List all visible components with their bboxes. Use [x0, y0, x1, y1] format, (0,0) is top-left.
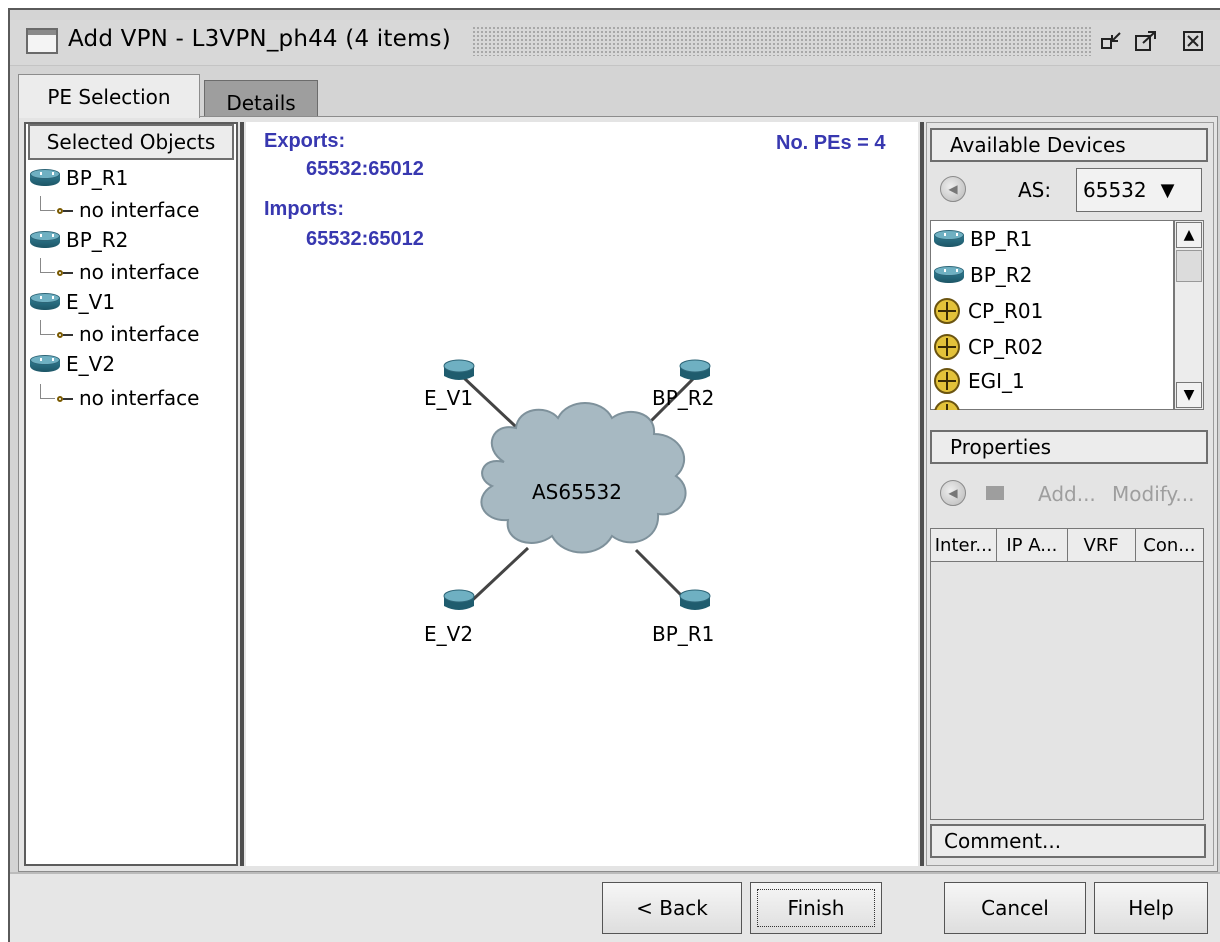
router-icon: [934, 266, 964, 284]
node-label-e-v1[interactable]: E_V1: [424, 386, 473, 410]
cloud-icon: [480, 402, 687, 554]
router-icon: [30, 169, 60, 187]
splitter-left[interactable]: [240, 122, 244, 866]
tree-subitem-interface[interactable]: no interface: [40, 257, 200, 286]
router-icon: [679, 589, 711, 610]
tab-details[interactable]: Details: [204, 80, 318, 116]
router-icon: [30, 355, 60, 373]
add-button[interactable]: Add...: [1038, 482, 1096, 506]
device-label: BP_R1: [970, 227, 1033, 251]
tree-item-label: E_V1: [66, 290, 116, 314]
interface-label: no interface: [79, 260, 200, 284]
selected-objects-header: Selected Objects: [28, 124, 234, 160]
interface-label: no interface: [79, 322, 200, 346]
list-item-cp-r01[interactable]: CP_R01: [934, 294, 1043, 328]
interface-icon: [57, 393, 73, 403]
juniper-router-icon: [934, 368, 960, 394]
router-icon: [679, 359, 711, 380]
back-arrow-icon[interactable]: ◀: [940, 176, 966, 202]
list-item-egi-1[interactable]: EGI_1: [934, 364, 1025, 398]
back-arrow-icon: ◀: [940, 480, 966, 506]
list-item-bp-r1[interactable]: BP_R1: [934, 222, 1032, 256]
device-label: EGI_1: [968, 369, 1025, 393]
scroll-up-icon[interactable]: ▲: [1176, 222, 1202, 248]
window-icon: [26, 28, 58, 54]
router-icon: [443, 589, 475, 610]
available-devices-header: Available Devices: [930, 128, 1208, 162]
tree-subitem-interface[interactable]: no interface: [40, 319, 200, 348]
finish-button[interactable]: Finish: [750, 882, 882, 934]
tree-item-e-v1[interactable]: E_V1: [30, 288, 115, 316]
tree-item-e-v2[interactable]: E_V2: [30, 350, 115, 378]
tree-item-label: BP_R1: [66, 166, 129, 190]
tree-item-bp-r1[interactable]: BP_R1: [30, 164, 128, 192]
list-item-cp-r02[interactable]: CP_R02: [934, 330, 1043, 364]
modify-button[interactable]: Modify...: [1112, 482, 1195, 506]
as-label: AS:: [1018, 178, 1052, 202]
tab-pe-selection[interactable]: PE Selection: [18, 74, 200, 118]
interface-icon: [57, 205, 73, 215]
device-label: BP_R2: [970, 263, 1033, 287]
juniper-router-icon: [934, 334, 960, 360]
properties-table-body[interactable]: [930, 562, 1204, 820]
properties-table-header: Inter... IP A... VRF Con...: [930, 528, 1204, 562]
list-item-bp-r2[interactable]: BP_R2: [934, 258, 1032, 292]
router-icon: [30, 231, 60, 249]
restore-icon[interactable]: [1096, 26, 1128, 56]
window-title: Add VPN - L3VPN_ph44 (4 items): [68, 26, 451, 52]
tree-subitem-interface[interactable]: no interface: [40, 195, 200, 224]
router-icon: [30, 293, 60, 311]
maximize-icon[interactable]: [1130, 26, 1162, 56]
cancel-button[interactable]: Cancel: [944, 882, 1086, 934]
interface-icon: [57, 329, 73, 339]
tree-subitem-interface[interactable]: no interface: [40, 383, 200, 412]
device-label: CP_R02: [968, 335, 1044, 359]
scrollbar-thumb[interactable]: [1176, 250, 1202, 282]
as-select[interactable]: 65532 ▼: [1076, 168, 1202, 212]
tree-item-label: BP_R2: [66, 228, 129, 252]
splitter-right[interactable]: [920, 122, 924, 866]
node-label-bp-r2[interactable]: BP_R2: [652, 386, 714, 410]
juniper-router-icon: [934, 400, 960, 410]
router-icon: [934, 230, 964, 248]
column-header[interactable]: IP A...: [997, 529, 1068, 561]
tree-item-label: E_V2: [66, 352, 116, 376]
juniper-router-icon: [934, 298, 960, 324]
help-button[interactable]: Help: [1094, 882, 1208, 934]
close-icon[interactable]: [1178, 26, 1210, 56]
node-label-e-v2[interactable]: E_V2: [424, 622, 473, 646]
device-label: CP_R01: [968, 299, 1044, 323]
list-item-partial: [934, 400, 960, 410]
column-header[interactable]: Con...: [1136, 529, 1203, 561]
chevron-down-icon: ▼: [1160, 179, 1175, 201]
node-label-bp-r1[interactable]: BP_R1: [652, 622, 714, 646]
column-header[interactable]: VRF: [1068, 529, 1136, 561]
column-header[interactable]: Inter...: [931, 529, 998, 561]
interface-label: no interface: [79, 198, 200, 222]
comment-button[interactable]: Comment...: [930, 824, 1206, 858]
interface-label: no interface: [79, 386, 200, 410]
tree-item-bp-r2[interactable]: BP_R2: [30, 226, 128, 254]
router-icon: [443, 359, 475, 380]
as-select-value: 65532: [1083, 178, 1147, 202]
scroll-down-icon[interactable]: ▼: [1176, 382, 1202, 408]
properties-header: Properties: [930, 430, 1208, 464]
back-button[interactable]: < Back: [602, 882, 742, 934]
remove-icon: [986, 486, 1004, 500]
cloud-label: AS65532: [532, 480, 622, 504]
interface-icon: [57, 267, 73, 277]
